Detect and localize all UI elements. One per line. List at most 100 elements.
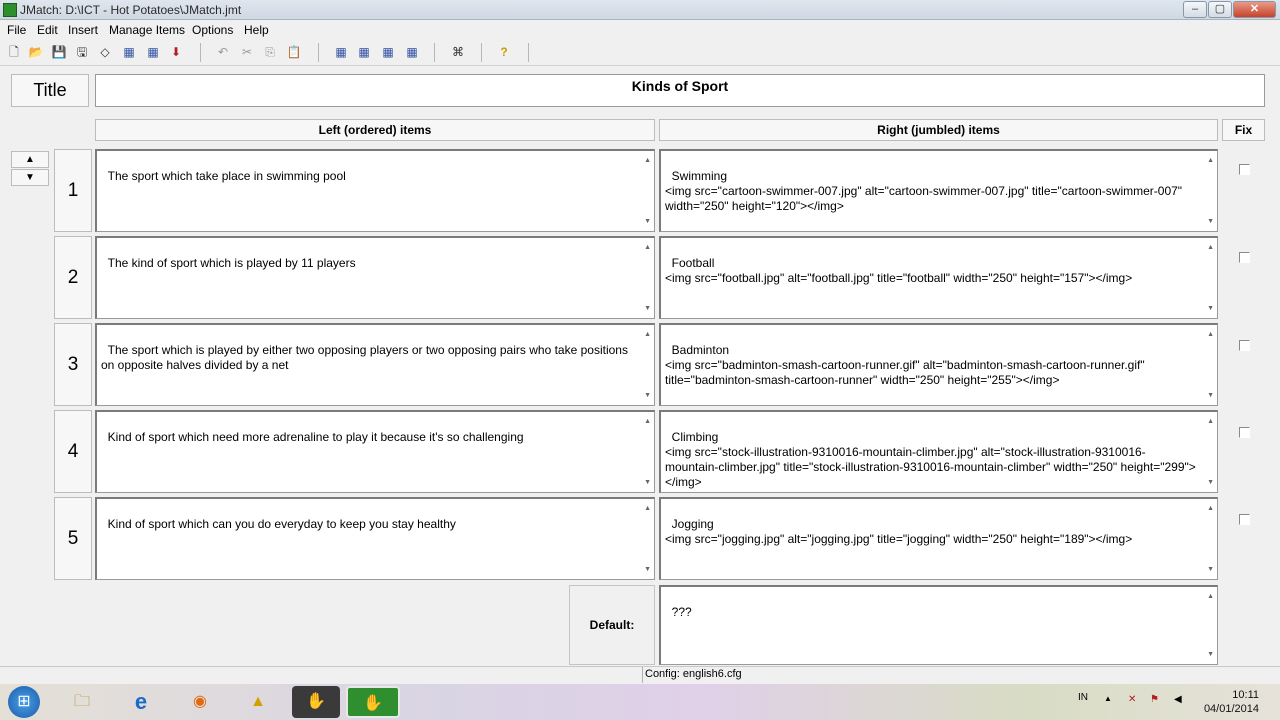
close-button[interactable]: ✕ (1233, 1, 1276, 18)
dictionary-icon[interactable]: ⌘ (450, 44, 466, 60)
scroll-up-icon[interactable]: ▲ (1207, 589, 1214, 604)
scroll-up-icon[interactable]: ▲ (644, 414, 651, 429)
scroll-down-icon[interactable]: ▼ (644, 562, 651, 577)
toolbar-separator (200, 43, 201, 62)
menu-insert[interactable]: Insert (68, 23, 98, 37)
row-number: 2 (54, 236, 92, 319)
cut-icon[interactable]: ✂ (239, 44, 255, 60)
right-item-input[interactable]: Football <img src="football.jpg" alt="fo… (659, 236, 1218, 319)
scroll-down-icon[interactable]: ▼ (1207, 475, 1214, 490)
fix-checkbox[interactable] (1239, 514, 1250, 525)
new-file-icon[interactable]: 🗋 (6, 44, 22, 60)
right-items-header: Right (jumbled) items (659, 119, 1218, 141)
taskbar-app-jmatch-icon[interactable]: ✋ (292, 686, 340, 718)
right-item-input[interactable]: Badminton <img src="badminton-smash-cart… (659, 323, 1218, 406)
config-load-icon[interactable]: ▦ (380, 44, 396, 60)
fix-checkbox[interactable] (1239, 164, 1250, 175)
menu-file[interactable]: File (7, 23, 26, 37)
left-item-input[interactable]: The kind of sport which is played by 11 … (95, 236, 655, 319)
scroll-up-icon[interactable]: ▲ (644, 501, 651, 516)
scroll-down-icon[interactable]: ▼ (1207, 388, 1214, 403)
scroll-down-icon[interactable]: ▼ (644, 475, 651, 490)
tray-expand-icon[interactable]: ▲ (1104, 694, 1112, 703)
left-items-header: Left (ordered) items (95, 119, 655, 141)
taskbar-app-active-icon[interactable]: ✋ (346, 686, 400, 718)
left-item-input[interactable]: Kind of sport which can you do everyday … (95, 497, 655, 580)
left-item-input[interactable]: The sport which take place in swimming p… (95, 149, 655, 232)
scroll-down-icon[interactable]: ▼ (644, 388, 651, 403)
right-item-text: Climbing <img src="stock-illustration-93… (665, 430, 1196, 489)
fix-header: Fix (1222, 119, 1265, 141)
copy-icon[interactable]: ⎘ (262, 44, 278, 60)
right-item-input[interactable]: Climbing <img src="stock-illustration-93… (659, 410, 1218, 493)
menu-help[interactable]: Help (244, 23, 269, 37)
scroll-up-icon[interactable]: ▲ (1207, 327, 1214, 342)
scroll-up-icon[interactable]: ▲ (1207, 414, 1214, 429)
fix-checkbox[interactable] (1239, 427, 1250, 438)
status-config: Config: english6.cfg (642, 667, 982, 683)
config-icon[interactable]: ▦ (333, 44, 349, 60)
save-icon[interactable]: 💾 (51, 44, 67, 60)
toolbar-separator (434, 43, 435, 62)
scroll-down-icon[interactable]: ▼ (1207, 214, 1214, 229)
internet-explorer-icon[interactable]: e (125, 686, 157, 718)
clock-time: 10:11 (1232, 689, 1259, 701)
config-edit-icon[interactable]: ▦ (404, 44, 420, 60)
window-title: JMatch: D:\ICT - Hot Potatoes\JMatch.jmt (20, 3, 242, 17)
menu-manage-items[interactable]: Manage Items (109, 23, 185, 37)
scroll-down-icon[interactable]: ▼ (1207, 301, 1214, 316)
scroll-up-icon[interactable]: ▲ (1207, 153, 1214, 168)
fix-checkbox[interactable] (1239, 340, 1250, 351)
app-icon[interactable] (3, 3, 17, 17)
scroll-up-icon[interactable]: ▲ (1207, 240, 1214, 255)
volume-icon[interactable]: ◀ (1174, 694, 1182, 705)
right-item-text: Football <img src="football.jpg" alt="fo… (665, 256, 1133, 285)
file-explorer-icon[interactable]: 🗀 (66, 686, 98, 718)
minimize-button[interactable]: ‒ (1183, 1, 1207, 18)
config-save-icon[interactable]: ▦ (356, 44, 372, 60)
menu-edit[interactable]: Edit (37, 23, 58, 37)
scroll-up-icon[interactable]: ▲ (644, 153, 651, 168)
tray-clock[interactable]: 10:11 04/01/2014 (1199, 688, 1259, 716)
menu-bar: File Edit Insert Manage Items Options He… (0, 20, 1280, 40)
undo-icon[interactable]: ↶ (215, 44, 231, 60)
row-number: 3 (54, 323, 92, 406)
create-dragdrop-page-icon[interactable]: ▦ (145, 44, 161, 60)
scroll-up-icon[interactable]: ▲ (644, 240, 651, 255)
row-number: 4 (54, 410, 92, 493)
create-web-page-icon[interactable]: ▦ (121, 44, 137, 60)
scroll-down-icon[interactable]: ▼ (1207, 562, 1214, 577)
toolbar-separator (481, 43, 482, 62)
title-input[interactable]: Kinds of Sport (95, 74, 1265, 107)
save-as-icon[interactable]: 🖫 (74, 44, 90, 60)
clear-icon[interactable]: ◇ (97, 44, 113, 60)
scroll-down-icon[interactable]: ▼ (1207, 647, 1214, 662)
scroll-up-icon[interactable]: ▲ (644, 327, 651, 342)
right-item-text: Jogging <img src="jogging.jpg" alt="jogg… (665, 517, 1133, 546)
left-item-input[interactable]: Kind of sport which need more adrenaline… (95, 410, 655, 493)
action-center-icon[interactable]: ⚑ (1150, 694, 1159, 705)
network-icon[interactable]: ✕ (1128, 694, 1136, 705)
start-button[interactable]: ⊞ (8, 686, 40, 718)
right-item-input[interactable]: Swimming <img src="cartoon-swimmer-007.j… (659, 149, 1218, 232)
help-icon[interactable]: ? (496, 44, 512, 60)
move-down-button[interactable]: ▼ (11, 169, 49, 186)
scroll-down-icon[interactable]: ▼ (644, 214, 651, 229)
fix-checkbox[interactable] (1239, 252, 1250, 263)
scroll-up-icon[interactable]: ▲ (1207, 501, 1214, 516)
open-file-icon[interactable]: 📂 (28, 44, 44, 60)
scroll-down-icon[interactable]: ▼ (644, 301, 651, 316)
paste-icon[interactable]: 📋 (286, 44, 302, 60)
maximize-button[interactable]: ▢ (1208, 1, 1232, 18)
right-item-input[interactable]: Jogging <img src="jogging.jpg" alt="jogg… (659, 497, 1218, 580)
menu-options[interactable]: Options (192, 23, 233, 37)
left-item-text: The kind of sport which is played by 11 … (107, 256, 356, 270)
left-item-input[interactable]: The sport which is played by either two … (95, 323, 655, 406)
move-up-button[interactable]: ▲ (11, 151, 49, 168)
firefox-icon[interactable]: ◉ (184, 686, 216, 718)
language-indicator[interactable]: IN (1078, 692, 1088, 703)
export-icon[interactable]: ⬇ (168, 44, 184, 60)
hot-potatoes-icon[interactable]: ▲ (242, 686, 274, 718)
default-input[interactable]: ??? ▲ ▼ (659, 585, 1218, 665)
right-item-text: Swimming <img src="cartoon-swimmer-007.j… (665, 169, 1183, 213)
